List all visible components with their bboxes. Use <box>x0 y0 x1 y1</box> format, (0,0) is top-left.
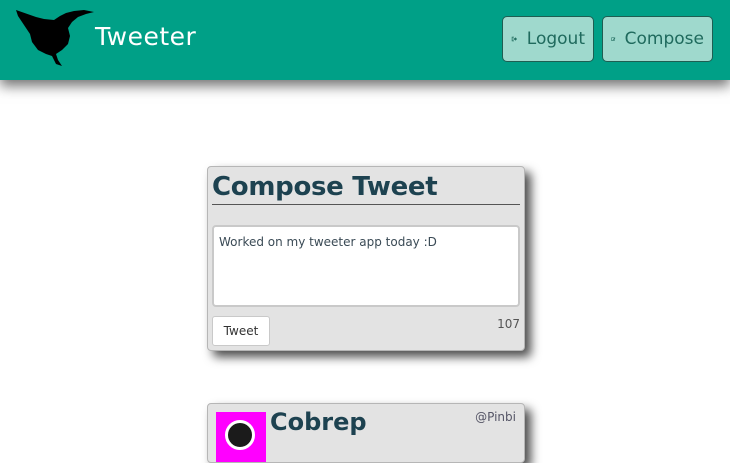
avatar <box>216 412 266 462</box>
tweet-card: Cobrep @Pinbi <box>207 403 525 463</box>
avatar-face-icon <box>225 420 255 450</box>
tweet-button[interactable]: Tweet <box>212 316 270 346</box>
navbar: Tweeter Logout Compose <box>0 0 730 80</box>
logout-label: Logout <box>526 29 585 49</box>
tweet-author-handle: @Pinbi <box>475 410 516 424</box>
brand-title[interactable]: Tweeter <box>95 22 196 51</box>
compose-button[interactable]: Compose <box>602 16 713 62</box>
tweet-textarea[interactable]: Worked on my tweeter app today :D <box>212 225 520 307</box>
hummingbird-logo-icon[interactable] <box>14 6 98 68</box>
sign-out-icon <box>511 36 518 42</box>
compose-title: Compose Tweet <box>212 171 520 205</box>
compose-label: Compose <box>624 29 704 49</box>
pencil-square-icon <box>611 37 616 41</box>
logout-button[interactable]: Logout <box>502 16 594 62</box>
compose-card: Compose Tweet Worked on my tweeter app t… <box>207 166 525 351</box>
tweet-author-name: Cobrep <box>270 408 367 436</box>
character-counter: 107 <box>497 317 520 331</box>
